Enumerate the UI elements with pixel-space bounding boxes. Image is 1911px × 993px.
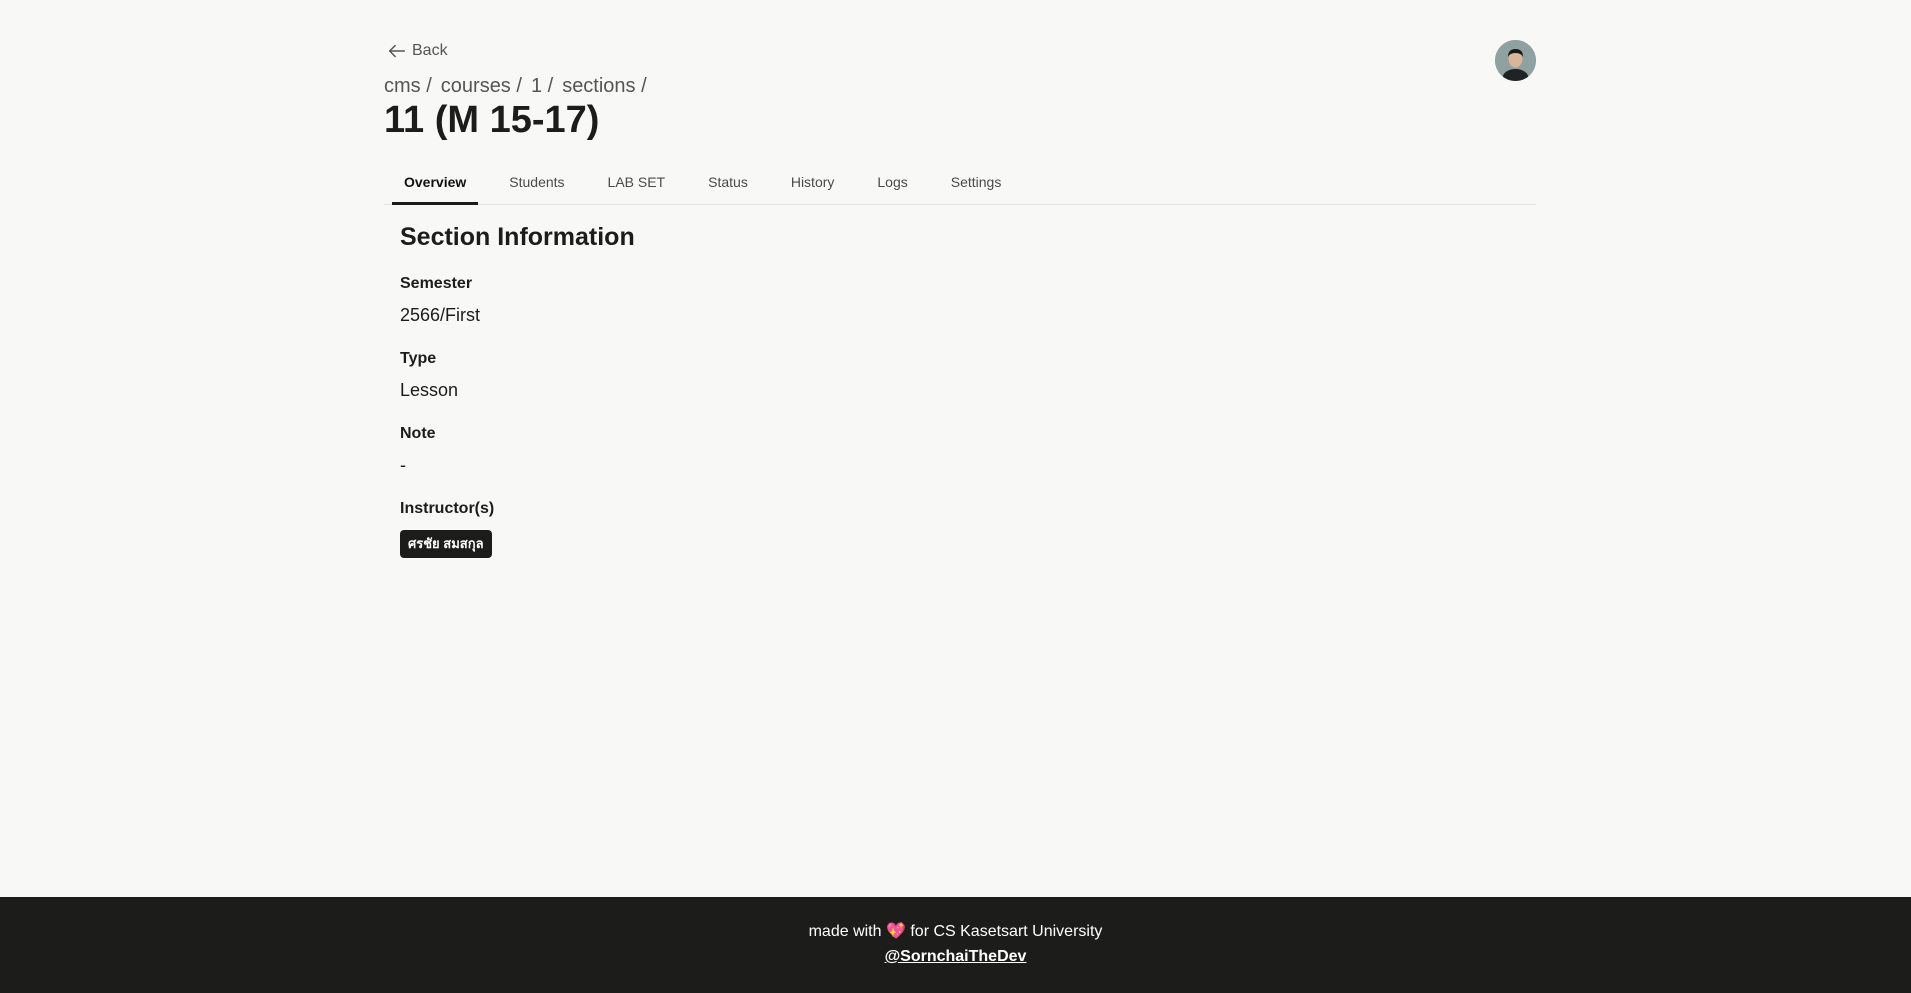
section-information-panel: Section Information Semester 2566/First … xyxy=(400,220,635,558)
tab-overview[interactable]: Overview xyxy=(392,162,479,205)
note-label: Note xyxy=(400,425,436,442)
breadcrumb: cms / courses / 1 / sections / xyxy=(384,75,656,98)
tab-bar: Overview Students LAB SET Status History… xyxy=(384,162,1536,205)
tab-history[interactable]: History xyxy=(779,162,847,205)
tab-lab-set[interactable]: LAB SET xyxy=(596,162,678,205)
footer: made with 💖 for CS Kasetsart University … xyxy=(0,897,1911,993)
footer-handle-row: @SornchaiTheDev xyxy=(0,947,1911,967)
breadcrumb-courses[interactable]: courses / xyxy=(441,75,522,98)
page-title: 11 (M 15-17) xyxy=(384,99,600,141)
tab-logs[interactable]: Logs xyxy=(865,162,919,205)
breadcrumb-course-id[interactable]: 1 / xyxy=(531,75,553,98)
type-label: Type xyxy=(400,350,437,367)
semester-value: 2566/First xyxy=(400,305,481,325)
section-title: Section Information xyxy=(400,223,635,251)
back-link[interactable]: Back xyxy=(386,40,448,62)
user-avatar-icon xyxy=(1495,40,1536,81)
footer-for-text: for CS Kasetsart University xyxy=(910,923,1103,940)
tab-status[interactable]: Status xyxy=(696,162,760,205)
avatar[interactable] xyxy=(1495,40,1536,81)
footer-made-with: made with xyxy=(808,923,882,940)
tab-settings[interactable]: Settings xyxy=(939,162,1014,205)
heart-icon: 💖 xyxy=(885,923,906,940)
footer-credit: made with 💖 for CS Kasetsart University xyxy=(0,922,1911,942)
semester-label: Semester xyxy=(400,275,473,292)
instructor-badge: ศรชัย สมสกุล xyxy=(400,530,492,558)
note-value: - xyxy=(400,455,406,475)
instructors-label: Instructor(s) xyxy=(400,500,495,517)
arrow-left-icon xyxy=(388,44,406,58)
back-label: Back xyxy=(412,42,448,59)
breadcrumb-cms[interactable]: cms / xyxy=(384,75,432,98)
tab-students[interactable]: Students xyxy=(497,162,576,205)
breadcrumb-sections[interactable]: sections / xyxy=(562,75,646,98)
author-handle-link[interactable]: @SornchaiTheDev xyxy=(885,948,1027,965)
type-value: Lesson xyxy=(400,380,459,400)
